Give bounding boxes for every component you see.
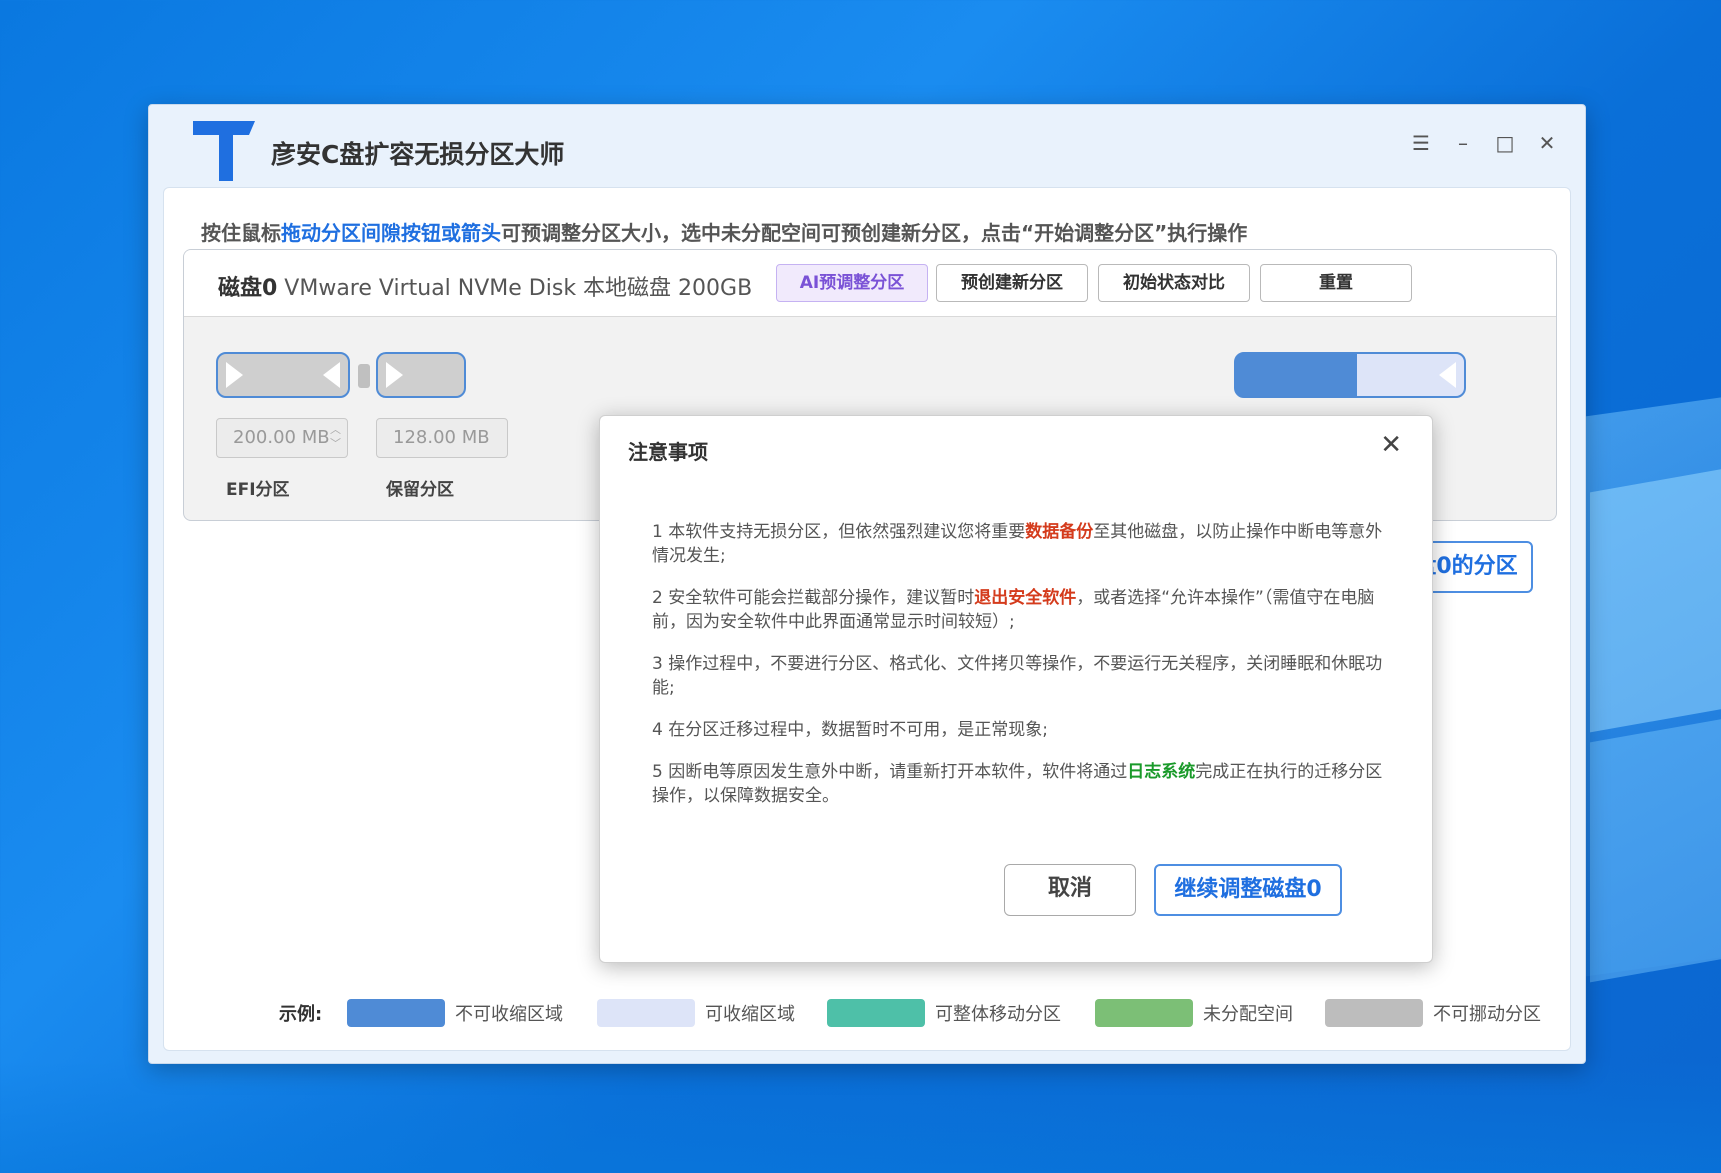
- hint-text: 按住鼠标: [201, 221, 281, 245]
- notice-item: 1 本软件支持无损分区，但依然强烈建议您将重要数据备份至其他磁盘，以防止操作中断…: [652, 520, 1392, 568]
- app-window: 彦安C盘扩容无损分区大师 ☰ – □ ✕ 按住鼠标拖动分区间隙按钮或箭头可预调整…: [148, 104, 1586, 1064]
- maximize-icon[interactable]: □: [1493, 131, 1517, 155]
- close-icon[interactable]: ✕: [1535, 131, 1559, 155]
- notice-text: 1 本软件支持无损分区，但依然强烈建议您将重要: [652, 522, 1026, 542]
- disk-name: 磁盘0: [218, 276, 278, 301]
- cancel-button[interactable]: 取消: [1004, 864, 1136, 916]
- compare-button[interactable]: 初始状态对比: [1098, 264, 1250, 302]
- app-title: 彦安C盘扩容无损分区大师: [271, 140, 565, 169]
- create-partition-button[interactable]: 预创建新分区: [936, 264, 1088, 302]
- menu-icon[interactable]: ☰: [1409, 131, 1433, 155]
- legend-swatch: [1095, 999, 1193, 1027]
- efi-partition-label: EFI分区: [226, 480, 290, 500]
- notice-text: 2 安全软件可能会拦截部分操作，建议暂时: [652, 588, 975, 608]
- legend-label: 未分配空间: [1203, 1004, 1293, 1025]
- notice-item: 4 在分区迁移过程中，数据暂时不可用，是正常现象;: [652, 720, 1048, 740]
- size-value: 128.00 MB: [393, 427, 490, 448]
- legend-label: 不可收缩区域: [455, 1004, 563, 1025]
- desktop-bottom: [0, 1060, 1721, 1173]
- notice-highlight: 日志系统: [1127, 762, 1196, 782]
- notice-highlight: 数据备份: [1025, 522, 1094, 542]
- efi-size-input[interactable]: 200.00 MB ︿ ﹀: [216, 418, 348, 458]
- legend-swatch: [347, 999, 445, 1027]
- hint-text: 可预调整分区大小，选中未分配空间可预创建新分区，点击“开始调整分区”执行操作: [501, 221, 1248, 245]
- legend-label: 不可挪动分区: [1433, 1004, 1541, 1025]
- disk-description: VMware Virtual NVMe Disk 本地磁盘 200GB: [277, 276, 753, 301]
- legend-title: 示例:: [279, 1004, 323, 1025]
- drag-left-arrow-icon[interactable]: [1439, 362, 1456, 388]
- notice-item: 2 安全软件可能会拦截部分操作，建议暂时退出安全软件，或者选择“允许本操作”（需…: [652, 586, 1392, 634]
- spinner-icon[interactable]: ︿﹀: [330, 423, 341, 451]
- legend-swatch: [827, 999, 925, 1027]
- legend-swatch: [1325, 999, 1423, 1027]
- disk-header: 磁盘0 VMware Virtual NVMe Disk 本地磁盘 200GB …: [184, 250, 1556, 317]
- continue-button[interactable]: 继续调整磁盘0: [1154, 864, 1342, 916]
- drag-right-arrow-icon[interactable]: [226, 362, 243, 388]
- legend-label: 可收缩区域: [705, 1004, 795, 1025]
- legend-label: 可整体移动分区: [935, 1004, 1061, 1025]
- app-logo-icon: [193, 121, 255, 181]
- drag-left-arrow-icon[interactable]: [323, 362, 340, 388]
- desktop-logo-pane: [1590, 717, 1721, 983]
- partition-gap-handle[interactable]: [358, 364, 370, 388]
- notice-dialog: 注意事项 ✕ 1 本软件支持无损分区，但依然强烈建议您将重要数据备份至其他磁盘，…: [599, 415, 1433, 963]
- drag-right-arrow-icon[interactable]: [386, 362, 403, 388]
- disk-title: 磁盘0 VMware Virtual NVMe Disk 本地磁盘 200GB: [218, 270, 752, 302]
- reserved-partition-bar[interactable]: [376, 352, 466, 398]
- reset-button[interactable]: 重置: [1260, 264, 1412, 302]
- desktop-logo-pane: [1590, 467, 1721, 733]
- notice-text: 5 因断电等原因发生意外中断，请重新打开本软件，软件将通过: [652, 762, 1128, 782]
- dialog-title: 注意事项: [628, 440, 708, 464]
- partition-bar[interactable]: [1234, 352, 1466, 398]
- dialog-close-icon[interactable]: ✕: [1380, 432, 1402, 458]
- usage-hint: 按住鼠标拖动分区间隙按钮或箭头可预调整分区大小，选中未分配空间可预创建新分区，点…: [201, 217, 1247, 246]
- reserved-partition-label: 保留分区: [386, 480, 454, 500]
- minimize-icon[interactable]: –: [1451, 131, 1475, 155]
- size-value: 200.00 MB: [233, 427, 330, 448]
- ai-adjust-button[interactable]: AI预调整分区: [776, 264, 928, 302]
- efi-partition-bar[interactable]: [216, 352, 350, 398]
- hint-highlight: 拖动分区间隙按钮或箭头: [281, 221, 501, 245]
- legend-swatch: [597, 999, 695, 1027]
- notice-item: 3 操作过程中，不要进行分区、格式化、文件拷贝等操作，不要运行无关程序，关闭睡眠…: [652, 654, 1383, 698]
- notice-item: 5 因断电等原因发生意外中断，请重新打开本软件，软件将通过日志系统完成正在执行的…: [652, 760, 1392, 808]
- reserved-size-input[interactable]: 128.00 MB: [376, 418, 508, 458]
- notice-highlight: 退出安全软件: [974, 588, 1077, 608]
